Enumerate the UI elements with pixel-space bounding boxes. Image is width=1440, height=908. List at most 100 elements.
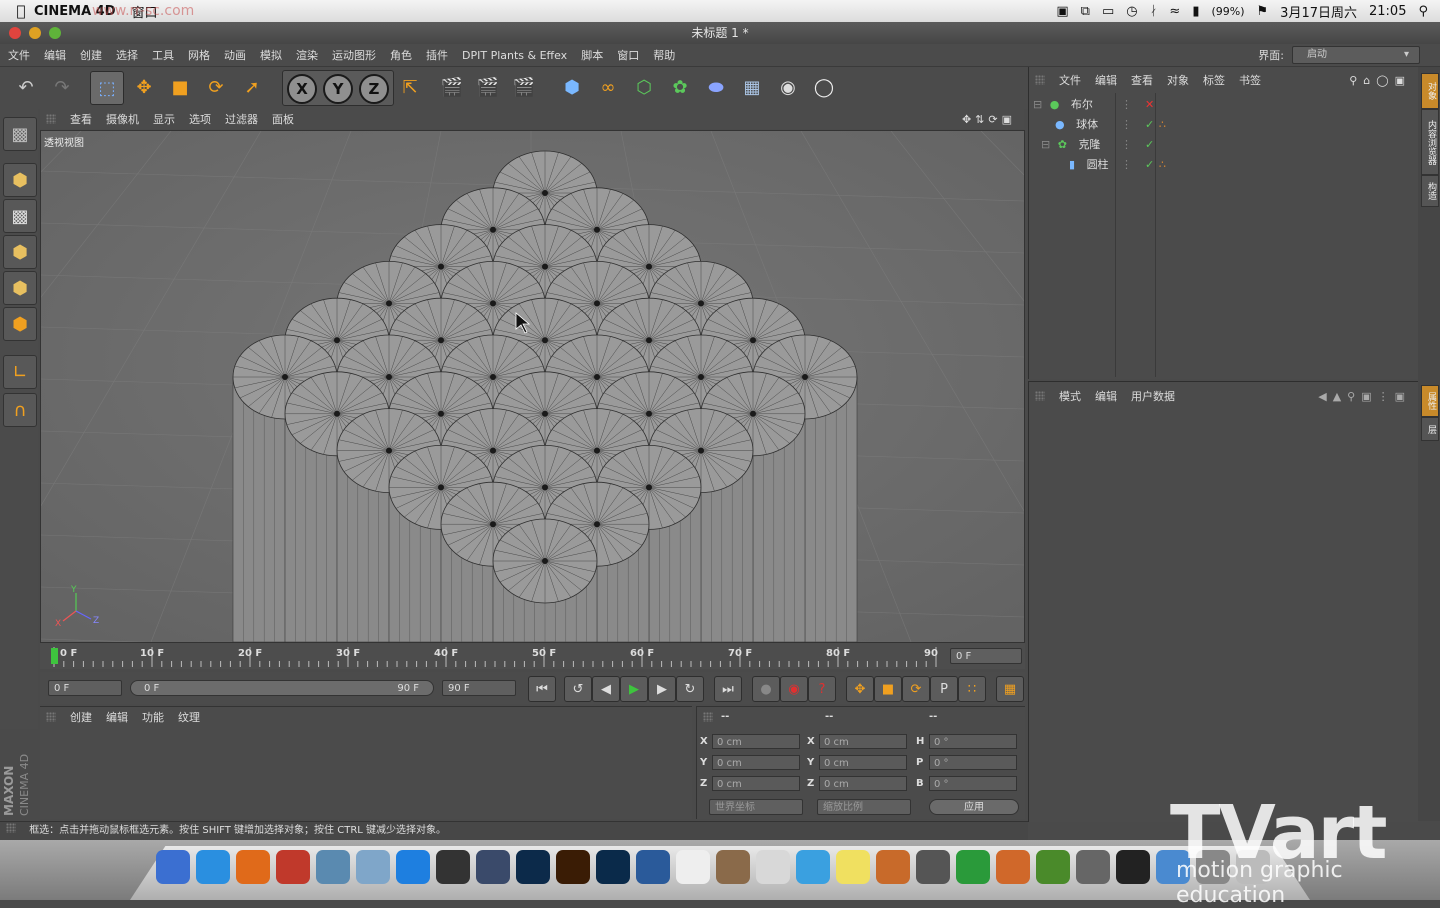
- om-menu-view[interactable]: 查看: [1131, 72, 1153, 88]
- timeline-window-icon[interactable]: ▦: [996, 676, 1024, 702]
- next-frame-icon[interactable]: ▶: [648, 676, 676, 702]
- menu-window[interactable]: 窗口: [617, 47, 639, 63]
- dock-finder-icon[interactable]: [156, 850, 190, 884]
- autokey-icon[interactable]: ◉: [780, 676, 808, 702]
- vp-menu-display[interactable]: 显示: [153, 111, 175, 127]
- dock-ai-icon[interactable]: [556, 850, 590, 884]
- menu-mograph[interactable]: 运动图形: [332, 47, 376, 63]
- tab-objects[interactable]: 对象: [1421, 73, 1439, 109]
- viewport-canvas[interactable]: Y X Z: [41, 131, 1024, 642]
- material-tag-icon[interactable]: ∴: [1159, 115, 1166, 135]
- viewport-grip-icon[interactable]: [46, 114, 56, 124]
- key-parameter-icon[interactable]: P: [930, 676, 958, 702]
- light-icon[interactable]: ◯: [808, 71, 840, 103]
- dock-dvd-icon[interactable]: [436, 850, 470, 884]
- om-nav-icons[interactable]: ⚲⌂◯▣: [1349, 74, 1411, 87]
- display-icon[interactable]: ▭: [1102, 4, 1114, 19]
- coord-mode-select[interactable]: 世界坐标: [709, 799, 803, 815]
- object-row-boole[interactable]: ⊟ ● 布尔 ⋮ ✕: [1033, 95, 1417, 115]
- model-mode-icon[interactable]: ⬢: [3, 163, 37, 197]
- x-axis-lock-icon[interactable]: X: [287, 74, 317, 104]
- snap-magnet-icon[interactable]: ∩: [3, 393, 37, 427]
- menu-script[interactable]: 脚本: [581, 47, 603, 63]
- current-frame-field[interactable]: 0 F: [950, 648, 1022, 664]
- make-editable-icon[interactable]: ▩: [3, 117, 37, 151]
- object-row-cloner[interactable]: ⊟ ✿ 克隆 ⋮ ✓: [1033, 135, 1417, 155]
- camera-status-icon[interactable]: ▣: [1056, 4, 1068, 19]
- scale-mode-select[interactable]: 缩放比例: [817, 799, 911, 815]
- dock-parallels-icon[interactable]: [276, 850, 310, 884]
- array-generator-icon[interactable]: ✿: [664, 71, 696, 103]
- om-menu-tags[interactable]: 标签: [1203, 72, 1225, 88]
- bluetooth-icon[interactable]: ᛅ: [1150, 4, 1158, 19]
- key-scale-icon[interactable]: ■: [874, 676, 902, 702]
- visibility-dots-icon[interactable]: ⋮: [1121, 115, 1132, 135]
- viewport-nav-icons[interactable]: ✥⇅⟳▣: [962, 113, 1016, 126]
- dock-preview-icon[interactable]: [356, 850, 390, 884]
- coord-grip-icon[interactable]: [703, 712, 713, 722]
- vp-menu-filter[interactable]: 过滤器: [225, 111, 258, 127]
- rot-b-field[interactable]: 0 °: [929, 776, 1017, 791]
- vp-menu-view[interactable]: 查看: [70, 111, 92, 127]
- om-menu-bookmarks[interactable]: 书签: [1239, 72, 1261, 88]
- menu-help[interactable]: 帮助: [653, 47, 675, 63]
- om-menu-edit[interactable]: 编辑: [1095, 72, 1117, 88]
- y-axis-lock-icon[interactable]: Y: [323, 74, 353, 104]
- size-x-field[interactable]: 0 cm: [819, 734, 907, 749]
- dock-pages2-icon[interactable]: [1036, 850, 1070, 884]
- redo-icon[interactable]: ↷: [46, 71, 78, 103]
- tab-layers[interactable]: 层: [1421, 417, 1439, 441]
- menu-mesh[interactable]: 网格: [188, 47, 210, 63]
- vp-menu-options[interactable]: 选项: [189, 111, 211, 127]
- dock-ae-icon[interactable]: [476, 850, 510, 884]
- timeline-playhead[interactable]: [51, 648, 58, 664]
- layout-select[interactable]: 启动 ▾: [1292, 46, 1420, 64]
- deformer-icon[interactable]: ⬬: [700, 71, 732, 103]
- size-z-field[interactable]: 0 cm: [819, 776, 907, 791]
- dock-inkscape-icon[interactable]: [676, 850, 710, 884]
- undo-icon[interactable]: ↶: [10, 71, 42, 103]
- next-key-icon[interactable]: ↻: [676, 676, 704, 702]
- dock-pages-icon[interactable]: [996, 850, 1030, 884]
- tab-content-browser[interactable]: 内容浏览器: [1421, 109, 1439, 175]
- om-menu-objects[interactable]: 对象: [1167, 72, 1189, 88]
- menu-create[interactable]: 创建: [80, 47, 102, 63]
- texture-mode-icon[interactable]: ▩: [3, 199, 37, 233]
- dock-address-icon[interactable]: [756, 850, 790, 884]
- subdivision-icon[interactable]: ⬡: [628, 71, 660, 103]
- key-pla-icon[interactable]: ∷: [958, 676, 986, 702]
- screens-icon[interactable]: ⧉: [1081, 4, 1090, 19]
- minimize-icon[interactable]: [29, 27, 41, 39]
- collapse-icon[interactable]: ⊟: [1041, 138, 1050, 151]
- keyframe-help-icon[interactable]: ?: [808, 676, 836, 702]
- key-rotation-icon[interactable]: ⟳: [902, 676, 930, 702]
- render-settings-icon[interactable]: 🎬: [508, 71, 540, 103]
- scale-icon[interactable]: ■: [164, 71, 196, 103]
- menu-character[interactable]: 角色: [390, 47, 412, 63]
- render-picture-viewer-icon[interactable]: 🎬: [472, 71, 504, 103]
- menu-plugins[interactable]: 插件: [426, 47, 448, 63]
- menu-animate[interactable]: 动画: [224, 47, 246, 63]
- coordinate-system-icon[interactable]: ⇱: [394, 71, 426, 103]
- mat-menu-edit[interactable]: 编辑: [106, 709, 128, 725]
- spotlight-icon[interactable]: ⚲: [1418, 4, 1428, 19]
- points-mode-icon[interactable]: ⬢: [3, 235, 37, 269]
- dock-numbers-icon[interactable]: [956, 850, 990, 884]
- mat-menu-create[interactable]: 创建: [70, 709, 92, 725]
- timeline-ruler[interactable]: 0 F 10 F 20 F 30 F 40 F 50 F 60 F 70 F 8…: [40, 643, 1025, 669]
- recent-tools-icon[interactable]: ➚: [236, 71, 268, 103]
- dock-stickies-icon[interactable]: [836, 850, 870, 884]
- flag-icon[interactable]: ⚑: [1257, 4, 1269, 19]
- start-frame-field[interactable]: 0 F: [48, 680, 122, 696]
- am-nav-icons[interactable]: ◀▲⚲▣⋮▣: [1318, 390, 1411, 403]
- camera-icon[interactable]: ◉: [772, 71, 804, 103]
- zoom-icon[interactable]: [49, 27, 61, 39]
- menu-render[interactable]: 渲染: [296, 47, 318, 63]
- dock-keynote-icon[interactable]: [876, 850, 910, 884]
- dock-ps-icon[interactable]: [516, 850, 550, 884]
- dock-firefox-icon[interactable]: [236, 850, 270, 884]
- wifi-icon[interactable]: ≈: [1169, 4, 1180, 19]
- vp-menu-camera[interactable]: 摄像机: [106, 111, 139, 127]
- enabled-check-icon[interactable]: ✓: [1145, 135, 1154, 155]
- menu-file[interactable]: 文件: [8, 47, 30, 63]
